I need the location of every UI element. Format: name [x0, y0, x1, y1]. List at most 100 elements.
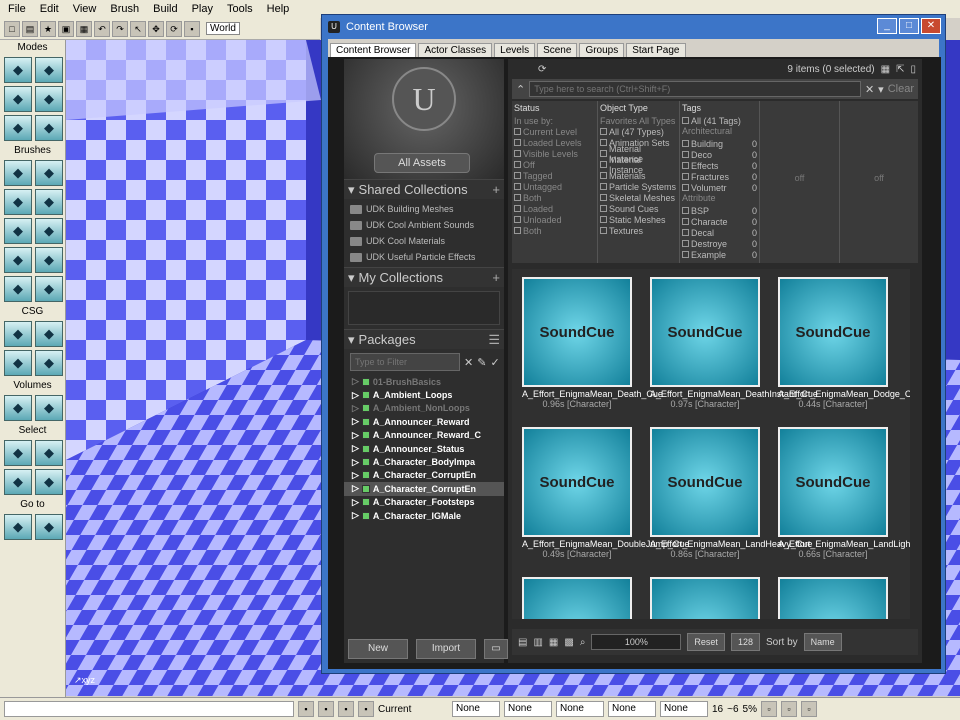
- expand-arrow-icon[interactable]: ▷: [352, 430, 359, 441]
- package-item[interactable]: ▷ A_Ambient_Loops: [344, 388, 504, 401]
- expand-arrow-icon[interactable]: ▷: [352, 457, 359, 468]
- clear-search-icon[interactable]: ✕: [865, 83, 874, 96]
- undo-icon[interactable]: ↶: [94, 20, 110, 37]
- object-type-option[interactable]: Skeletal Meshes: [600, 192, 677, 203]
- tool-button-icon[interactable]: ◆: [4, 469, 32, 495]
- checkbox-icon[interactable]: [682, 251, 689, 258]
- select-icon[interactable]: ↖: [130, 20, 146, 37]
- tab-content-browser[interactable]: Content Browser: [330, 43, 417, 57]
- toggle-icon[interactable]: ▫: [800, 701, 817, 717]
- redo-icon[interactable]: ↷: [112, 20, 128, 37]
- tool-button-icon[interactable]: ◆: [4, 395, 32, 421]
- package-item[interactable]: ▷ A_Character_CorruptEn: [344, 469, 504, 482]
- checkbox-icon[interactable]: [600, 139, 607, 146]
- coordinate-system-select[interactable]: World: [206, 22, 240, 35]
- view-toggle-icon[interactable]: ☰: [488, 332, 500, 348]
- tool-button-icon[interactable]: ◆: [4, 321, 32, 347]
- expand-arrow-icon[interactable]: ▷: [352, 443, 359, 454]
- minimize-button[interactable]: _: [877, 18, 897, 34]
- record-icon[interactable]: ▪: [298, 701, 314, 717]
- checkbox-icon[interactable]: [600, 216, 607, 223]
- tool-button-icon[interactable]: ◆: [35, 86, 63, 112]
- object-type-option[interactable]: Material Instance: [600, 155, 677, 175]
- status-option[interactable]: Untagged: [514, 181, 595, 192]
- import-button[interactable]: Import: [416, 639, 476, 659]
- tool-button-icon[interactable]: ◆: [4, 440, 32, 466]
- status-option[interactable]: Both: [514, 225, 595, 236]
- tag-option[interactable]: BSP 0: [682, 205, 757, 216]
- status-option[interactable]: Current Level: [514, 126, 595, 137]
- tool-button-icon[interactable]: ◆: [35, 218, 63, 244]
- tool-button-icon[interactable]: ◆: [4, 350, 32, 376]
- thumb-view-icon[interactable]: ▦: [549, 637, 558, 648]
- package-item[interactable]: ▷ A_Announcer_Reward_C: [344, 429, 504, 442]
- checkbox-icon[interactable]: [682, 229, 689, 236]
- status-option[interactable]: Unloaded: [514, 214, 595, 225]
- expand-arrow-icon[interactable]: ▷: [352, 403, 359, 414]
- packages-header[interactable]: ▾ Packages ☰: [344, 329, 504, 349]
- tool-button-icon[interactable]: ◆: [35, 469, 63, 495]
- tool-button-icon[interactable]: ◆: [4, 247, 32, 273]
- status-option[interactable]: Loaded Levels: [514, 137, 595, 148]
- tag-option[interactable]: Example 0: [682, 249, 757, 260]
- reset-button[interactable]: Reset: [687, 633, 725, 651]
- status-field[interactable]: None: [660, 701, 708, 717]
- asset-tile[interactable]: SoundCue A_Effort_EnigmaMean_DoubleJump_C…: [522, 427, 689, 559]
- checkbox-icon[interactable]: [682, 162, 689, 169]
- object-type-option[interactable]: Textures: [600, 225, 677, 236]
- toggle-icon[interactable]: ▫: [760, 701, 777, 717]
- checkbox-icon[interactable]: [682, 207, 689, 214]
- asset-thumbnail[interactable]: SoundCue: [778, 277, 888, 387]
- asset-tile[interactable]: [778, 577, 888, 619]
- object-tab[interactable]: All Types: [639, 116, 675, 126]
- expand-arrow-icon[interactable]: ▷: [352, 416, 359, 427]
- checkbox-icon[interactable]: [600, 227, 607, 234]
- asset-tile[interactable]: SoundCue A_Effort_EnigmaMean_Death_Cue 0.9…: [522, 277, 663, 409]
- popout-icon[interactable]: ⇱: [896, 64, 904, 75]
- checkbox-icon[interactable]: [600, 183, 607, 190]
- toggle-icon[interactable]: ▫: [780, 701, 797, 717]
- checkbox-icon[interactable]: [600, 150, 607, 157]
- asset-thumbnail[interactable]: SoundCue: [650, 427, 760, 537]
- object-type-option[interactable]: All (47 Types): [600, 126, 677, 137]
- object-tab[interactable]: Favorites: [600, 116, 637, 126]
- checkbox-icon[interactable]: [682, 151, 689, 158]
- tag-option[interactable]: Building 0: [682, 138, 757, 149]
- tool-button-icon[interactable]: ◆: [35, 395, 63, 421]
- camera-icon[interactable]: ▪: [318, 701, 334, 717]
- status-option[interactable]: Visible Levels: [514, 148, 595, 159]
- asset-thumbnail[interactable]: [650, 577, 760, 619]
- save-all-icon[interactable]: ▦: [76, 20, 92, 37]
- tag-option[interactable]: Destroye 0: [682, 238, 757, 249]
- asset-tile[interactable]: [522, 577, 632, 619]
- package-filter-input[interactable]: [350, 353, 460, 371]
- asset-thumbnail[interactable]: [522, 577, 632, 619]
- menu-help[interactable]: Help: [267, 3, 290, 15]
- zoom-slider[interactable]: 100%: [591, 634, 682, 650]
- tool-button-icon[interactable]: ◆: [4, 115, 32, 141]
- maximize-button[interactable]: □: [899, 18, 919, 34]
- check-icon[interactable]: ✓: [490, 356, 499, 369]
- tool-button-icon[interactable]: ◆: [4, 514, 32, 540]
- rotate-icon[interactable]: ⟳: [166, 20, 182, 37]
- status-field[interactable]: None: [452, 701, 500, 717]
- asset-tile[interactable]: SoundCue A_Effort_EnigmaMean_DeathInstant…: [650, 277, 818, 409]
- command-input[interactable]: [4, 701, 294, 717]
- tool-button-icon[interactable]: ◆: [35, 115, 63, 141]
- grid-size[interactable]: 16: [712, 704, 723, 715]
- tool-button-icon[interactable]: ◆: [4, 189, 32, 215]
- status-option[interactable]: Both: [514, 192, 595, 203]
- tag-option[interactable]: Fractures 0: [682, 171, 757, 182]
- asset-thumbnail[interactable]: SoundCue: [522, 427, 632, 537]
- menu-edit[interactable]: Edit: [40, 3, 59, 15]
- menu-file[interactable]: File: [8, 3, 26, 15]
- tool-button-icon[interactable]: ◆: [4, 276, 32, 302]
- tool-button-icon[interactable]: ◆: [4, 218, 32, 244]
- tab-levels[interactable]: Levels: [494, 43, 536, 57]
- lock-icon[interactable]: ▯: [910, 64, 916, 75]
- thumb-large-icon[interactable]: ▩: [564, 637, 573, 648]
- shared-collections-header[interactable]: ▾ Shared Collections +: [344, 179, 504, 199]
- tool-button-icon[interactable]: ◆: [35, 189, 63, 215]
- asset-tile[interactable]: SoundCue A_Effort_EnigmaMean_LandLight_Cu…: [778, 427, 910, 559]
- split-view-icon[interactable]: ▥: [533, 637, 542, 648]
